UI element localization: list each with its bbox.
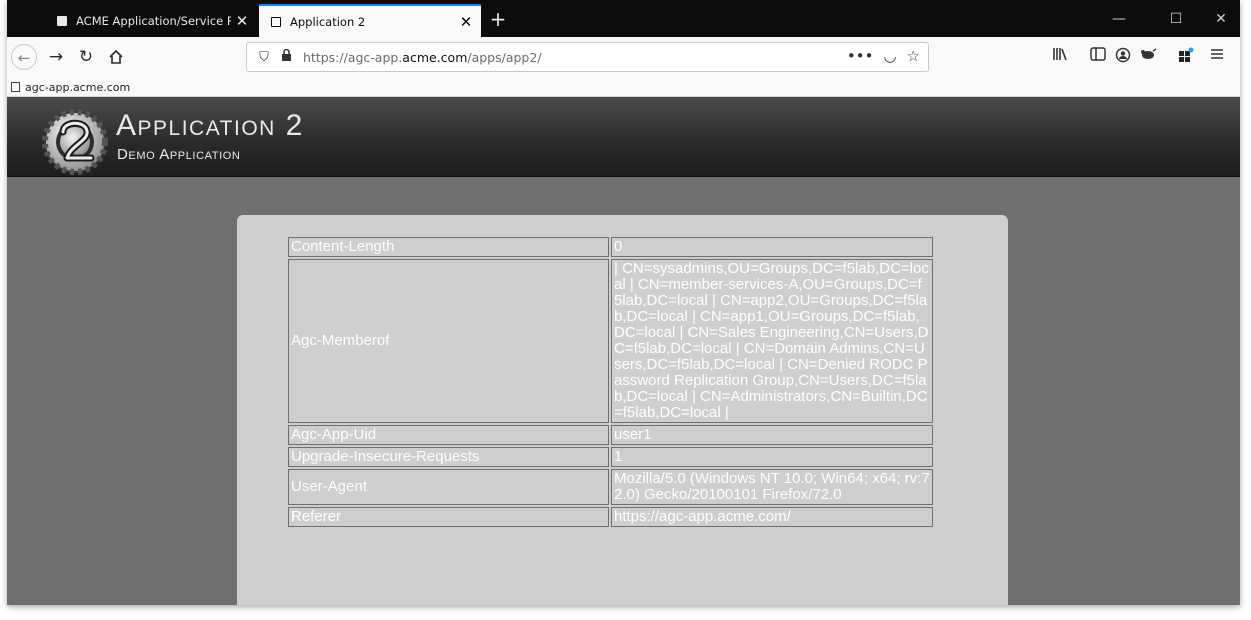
header-value: Mozilla/5.0 (Windows NT 10.0; Win64; x64…: [611, 469, 933, 505]
bookmark-item[interactable]: agc-app.acme.com: [11, 79, 130, 95]
header-name: User-Agent: [288, 469, 609, 505]
app-header: Application 2 Demo Application: [7, 97, 1240, 177]
bookmark-star-icon[interactable]: ☆: [907, 47, 920, 65]
app-subtitle: Demo Application: [117, 146, 241, 163]
header-value: user1: [611, 425, 933, 445]
close-tab-icon[interactable]: ✕: [455, 13, 477, 31]
tab-application-2[interactable]: Application 2 ✕: [259, 4, 481, 37]
page-icon: [57, 15, 67, 26]
minimize-button[interactable]: —: [1104, 8, 1134, 30]
close-tab-icon[interactable]: ✕: [231, 12, 253, 30]
url-domain: acme.com: [402, 49, 468, 65]
tab-acme-portal[interactable]: ACME Application/Service Port ✕: [45, 4, 257, 37]
tab-label: ACME Application/Service Port: [76, 13, 231, 28]
tab-label: Application 2: [290, 14, 366, 29]
forward-button[interactable]: →: [43, 44, 69, 70]
request-headers-table: Content-Length 0 Agc-Memberof | CN=sysadmin…: [286, 235, 935, 529]
header-name: Referer: [288, 507, 609, 527]
browser-window: ACME Application/Service Port ✕ Applicat…: [7, 0, 1240, 605]
back-arrow-icon: ←: [17, 49, 31, 67]
tracking-shield-icon[interactable]: ⛉: [253, 50, 275, 65]
content-panel: Content-Length 0 Agc-Memberof | CN=sysadmin…: [237, 215, 1008, 605]
bookmarks-toolbar: agc-app.acme.com: [7, 77, 1240, 97]
tab-strip: ACME Application/Service Port ✕ Applicat…: [7, 0, 1240, 37]
url-prefix: https://agc-app.: [303, 49, 403, 65]
header-value: 1: [611, 447, 933, 467]
extension-icon[interactable]: [1176, 47, 1196, 67]
back-button[interactable]: ←: [11, 44, 37, 70]
header-row: User-Agent Mozilla/5.0 (Windows NT 10.0; …: [288, 469, 933, 505]
library-icon[interactable]: [1050, 47, 1070, 67]
header-row: Agc-Memberof | CN=sysadmins,OU=Groups,DC=…: [288, 259, 933, 423]
sidebar-icon[interactable]: [1088, 47, 1108, 67]
forward-arrow-icon: →: [48, 47, 64, 67]
page-actions-icon[interactable]: •••: [847, 47, 874, 65]
header-name: Agc-App-Uid: [288, 425, 609, 445]
bookmark-label: agc-app.acme.com: [25, 80, 131, 94]
header-row: Agc-App-Uid user1: [288, 425, 933, 445]
menu-icon[interactable]: [1207, 47, 1227, 67]
app-title: Application 2: [116, 109, 304, 142]
header-row: Content-Length 0: [288, 237, 933, 257]
header-value: | CN=sysadmins,OU=Groups,DC=f5lab,DC=loc…: [611, 259, 933, 423]
page-icon: [271, 16, 281, 27]
gear-logo-icon: [42, 109, 108, 175]
header-name: Agc-Memberof: [288, 259, 609, 423]
header-value: 0: [611, 237, 933, 257]
page-content: Application 2 Demo Application Content-L…: [7, 97, 1240, 605]
maximize-button[interactable]: ☐: [1161, 8, 1191, 30]
lock-icon[interactable]: [275, 48, 297, 65]
header-name: Upgrade-Insecure-Requests: [288, 447, 609, 467]
navigation-toolbar: ← → ↻ ⛉ https://agc-app. acme.com/apps/ap…: [7, 37, 1240, 77]
header-row: Upgrade-Insecure-Requests 1: [288, 447, 933, 467]
new-tab-button[interactable]: +: [484, 6, 512, 34]
header-value: https://agc-app.acme.com/: [611, 507, 933, 527]
extension-icon[interactable]: [1138, 47, 1158, 67]
pocket-icon[interactable]: ◡: [883, 47, 896, 65]
close-window-button[interactable]: ✕: [1206, 8, 1236, 30]
account-icon[interactable]: [1113, 47, 1133, 67]
reload-button[interactable]: ↻: [73, 44, 99, 70]
page-icon: [11, 82, 20, 92]
header-name: Content-Length: [288, 237, 609, 257]
address-bar[interactable]: ⛉ https://agc-app. acme.com/apps/app2/ ••…: [246, 42, 929, 72]
home-button[interactable]: [103, 44, 129, 70]
url-actions: ••• ◡ ☆: [847, 47, 920, 65]
url-path: /apps/app2/: [467, 49, 542, 65]
home-icon: [109, 49, 123, 64]
header-row: Referer https://agc-app.acme.com/: [288, 507, 933, 527]
reload-icon: ↻: [78, 47, 94, 67]
